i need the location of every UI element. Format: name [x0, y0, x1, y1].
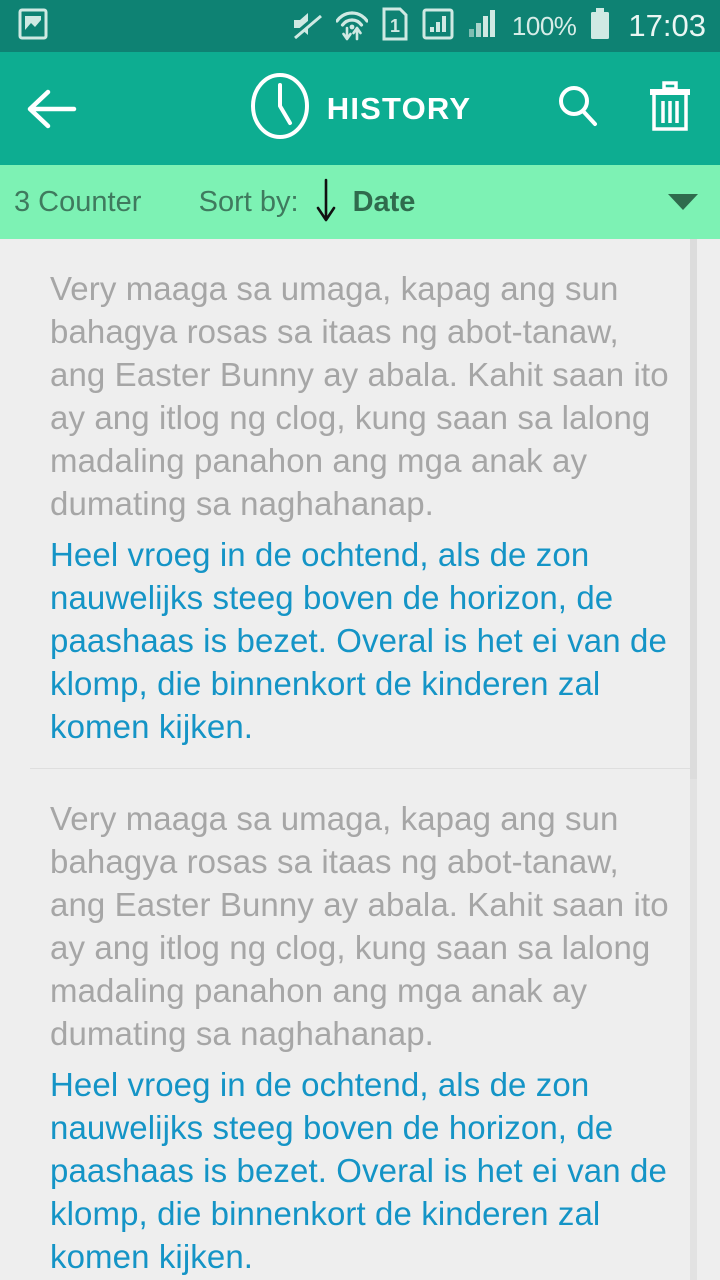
scrollbar-thumb[interactable]	[690, 239, 697, 779]
clock-icon	[249, 71, 311, 146]
back-arrow-icon	[27, 89, 77, 128]
page-title: HISTORY	[326, 90, 472, 126]
trash-icon	[650, 81, 690, 131]
counter-label: 3 Counter	[14, 185, 142, 218]
wifi-transfer-icon	[335, 7, 369, 46]
screenshot-icon	[18, 7, 48, 46]
battery-percent-label: 100%	[511, 10, 577, 41]
status-bar: 1 100% 17:03	[0, 0, 720, 52]
sort-by-label: Sort by:	[198, 185, 299, 218]
signal-2-icon	[467, 7, 499, 46]
list-item[interactable]: Very maaga sa umaga, kapag ang sun bahag…	[0, 239, 720, 768]
status-bar-indicators: 1 100% 17:03	[291, 7, 706, 46]
translated-text: Heel vroeg in de ochtend, als de zon nau…	[50, 536, 667, 745]
delete-button[interactable]	[646, 78, 694, 139]
search-button[interactable]	[554, 82, 602, 135]
svg-text:1: 1	[390, 16, 400, 36]
battery-icon	[589, 7, 611, 46]
chevron-down-icon[interactable]	[668, 194, 698, 210]
scrollbar-track[interactable]	[690, 239, 697, 1280]
mute-icon	[291, 9, 323, 44]
source-text: Very maaga sa umaga, kapag ang sun bahag…	[50, 270, 669, 522]
list-item[interactable]: Very maaga sa umaga, kapag ang sun bahag…	[0, 769, 720, 1280]
signal-1-icon	[422, 7, 454, 46]
arrow-down-icon[interactable]	[313, 177, 339, 228]
status-bar-clock: 17:03	[628, 8, 706, 43]
sim-1-icon: 1	[381, 7, 409, 46]
sort-bar: 3 Counter Sort by: Date	[0, 165, 720, 239]
history-list[interactable]: Very maaga sa umaga, kapag ang sun bahag…	[0, 239, 720, 1280]
status-bar-notifications	[18, 7, 48, 46]
sort-value-label: Date	[352, 185, 416, 218]
app-bar: HISTORY	[0, 52, 720, 165]
sort-selector[interactable]: Sort by: Date	[198, 177, 416, 228]
translated-text: Heel vroeg in de ochtend, als de zon nau…	[50, 1066, 667, 1275]
source-text: Very maaga sa umaga, kapag ang sun bahag…	[50, 800, 669, 1052]
back-button[interactable]	[24, 87, 84, 131]
app-bar-actions	[554, 78, 694, 139]
search-icon	[559, 86, 597, 126]
